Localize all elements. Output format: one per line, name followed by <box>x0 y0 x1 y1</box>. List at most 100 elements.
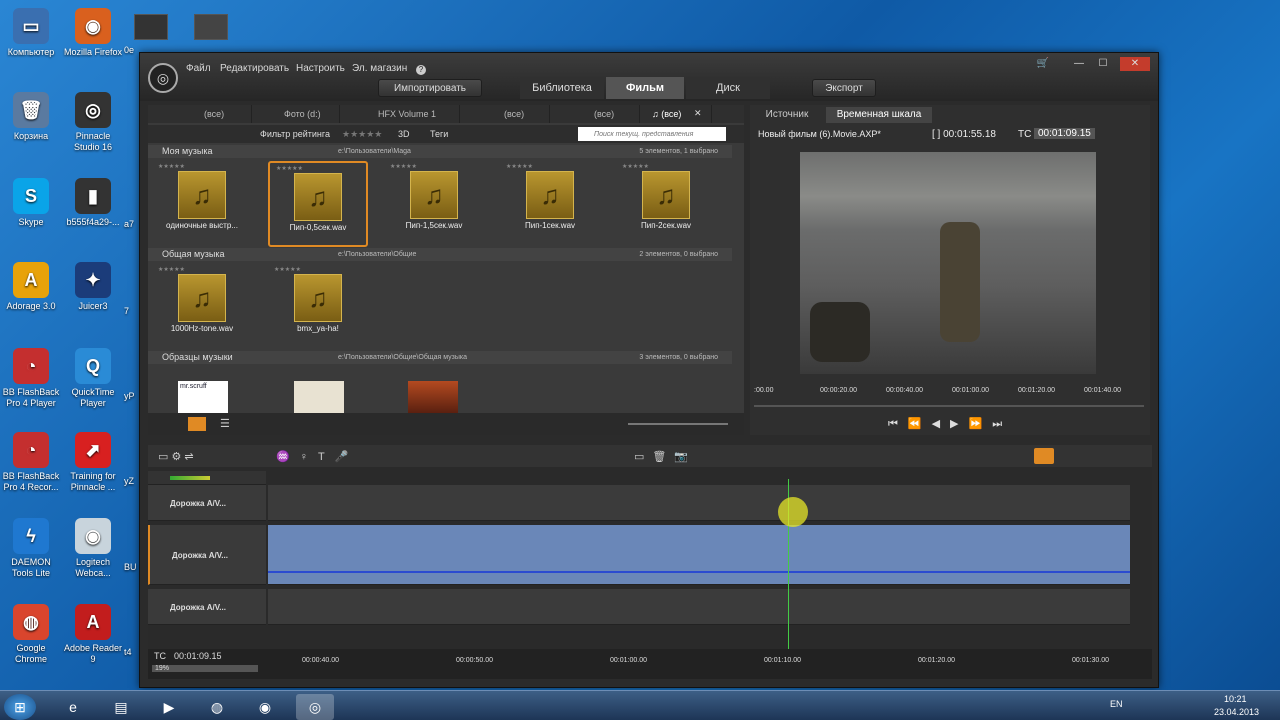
desktop-icon[interactable]: ◉ Mozilla Firefox <box>62 8 124 58</box>
item-rating[interactable]: ★★★★★ <box>506 163 533 170</box>
edit-tools-icon[interactable]: ▭🗑📷 <box>634 450 696 463</box>
transport-controls[interactable]: ⏮⏪◀▶⏩⏭ <box>888 417 1012 431</box>
group-header[interactable]: Образцы музыки e:\Пользователи\Общие\Общ… <box>148 351 732 364</box>
app-icon: 🗑 <box>13 92 49 128</box>
search-input[interactable] <box>578 127 726 141</box>
desktop-icon[interactable]: ✦ Juicer3 <box>62 262 124 312</box>
item-rating[interactable]: ★★★★★ <box>622 163 649 170</box>
grid-view-icon[interactable] <box>188 417 206 431</box>
music-item[interactable]: ★★★★★ ♫ Пип-2сек.wav <box>616 161 716 247</box>
desktop-icon[interactable]: ▮ b555f4a29-... <box>62 178 124 228</box>
track-area[interactable] <box>268 485 1130 521</box>
language-indicator[interactable]: EN <box>1110 699 1123 709</box>
item-rating[interactable]: ★★★★★ <box>390 163 417 170</box>
clock-time[interactable]: 10:21 <box>1224 694 1247 704</box>
track-area[interactable] <box>268 589 1130 625</box>
video-preview <box>800 152 1096 374</box>
desktop-thumbnail[interactable] <box>134 14 168 40</box>
import-button[interactable]: Импортировать <box>378 79 482 97</box>
music-item[interactable]: ★★★★★ ♫ Пип-0,5сек.wav <box>268 161 368 247</box>
desktop-icon[interactable]: Q QuickTime Player <box>62 348 124 409</box>
library-tab[interactable]: Фото (d:) <box>254 105 340 123</box>
explorer-icon[interactable]: ▤ <box>102 694 140 720</box>
album-thumbnail[interactable]: mr.scruff <box>178 381 228 413</box>
menu-settings[interactable]: Настроить <box>296 63 345 74</box>
tab-library[interactable]: Библиотека <box>520 77 604 99</box>
desktop-icon[interactable]: ⬈ Training for Pinnacle ... <box>62 432 124 493</box>
audio-tools-icon[interactable]: ♒♀T🎤 <box>276 450 358 463</box>
minimize-button[interactable]: — <box>1068 57 1090 71</box>
desktop-icon[interactable]: 🗑 Корзина <box>0 92 62 142</box>
list-view-icon[interactable]: ☰ <box>220 417 230 430</box>
export-button[interactable]: Экспорт <box>812 79 876 97</box>
media-player-icon[interactable]: ▶ <box>150 694 188 720</box>
scrub-bar[interactable] <box>754 405 1144 407</box>
desktop-icon[interactable]: A Adorage 3.0 <box>0 262 62 312</box>
timeline-tools-icon[interactable]: ▭ ⚙ ⇌ <box>158 450 194 463</box>
music-item[interactable]: ★★★★★ ♫ bmx_ya-ha! <box>268 264 368 350</box>
album-thumbnail[interactable] <box>294 381 344 413</box>
zoom-level[interactable]: 19% <box>152 665 258 672</box>
timeline-ruler[interactable]: TC 00:01:09.15 19% 00:00:40.00 00:00:50.0… <box>148 649 1152 679</box>
close-tab-icon[interactable]: ✕ <box>694 108 702 119</box>
desktop-icon[interactable]: ϟ DAEMON Tools Lite <box>0 518 62 579</box>
magnet-icon[interactable] <box>1034 448 1054 464</box>
audio-clip[interactable] <box>268 525 1130 585</box>
desktop-icon[interactable]: ◎ Pinnacle Studio 16 <box>62 92 124 153</box>
music-item[interactable]: ★★★★★ ♫ Пип-1,5сек.wav <box>384 161 484 247</box>
close-button[interactable]: ✕ <box>1120 57 1150 71</box>
item-rating[interactable]: ★★★★★ <box>158 266 185 273</box>
item-rating[interactable]: ★★★★★ <box>276 165 303 172</box>
library-tab[interactable]: (все) <box>554 105 640 123</box>
chrome-icon[interactable]: ◍ <box>198 694 236 720</box>
desktop-thumbnail[interactable] <box>194 14 228 40</box>
menu-edit[interactable]: Редактировать <box>220 63 289 74</box>
library-tab[interactable]: (все) <box>174 105 252 123</box>
album-thumbnail[interactable] <box>408 381 458 413</box>
help-icon[interactable]: ? <box>416 65 426 75</box>
group-header[interactable]: Общая музыка e:\Пользователи\Общие 2 эле… <box>148 248 732 261</box>
pinnacle-logo-icon[interactable]: ◎ <box>148 63 178 93</box>
tab-timeline[interactable]: Временная шкала <box>826 107 932 123</box>
desktop-icon[interactable]: ◍ Google Chrome <box>0 604 62 665</box>
desktop-icon[interactable]: ▭ Компьютер <box>0 8 62 58</box>
menu-file[interactable]: Файл <box>186 63 211 74</box>
tab-disc[interactable]: Диск <box>686 77 770 99</box>
desktop-icon[interactable]: ◔ BB FlashBack Pro 4 Player <box>0 348 62 409</box>
tab-movie[interactable]: Фильм <box>606 77 684 99</box>
zoom-slider[interactable] <box>628 423 728 425</box>
desktop-icon[interactable]: ◔ BB FlashBack Pro 4 Recor... <box>0 432 62 493</box>
tab-source[interactable]: Источник <box>752 107 822 123</box>
library-tab[interactable]: (все) <box>464 105 550 123</box>
desktop-icon[interactable]: ◉ Logitech Webca... <box>62 518 124 579</box>
music-item[interactable]: ★★★★★ ♫ 1000Hz-tone.wav <box>152 264 252 350</box>
library-tab[interactable]: HFX Volume 1 <box>344 105 460 123</box>
track-header[interactable]: Дорожка A/V... <box>148 525 266 585</box>
pinnacle-taskbar-icon[interactable]: ◎ <box>296 694 334 720</box>
tags-button[interactable]: Теги <box>430 129 448 139</box>
start-button[interactable]: ⊞ <box>4 694 36 720</box>
player-panel: Источник Временная шкала Новый фильм (6)… <box>750 105 1150 435</box>
desktop-icon-label: Adobe Reader 9 <box>63 643 123 664</box>
group-header[interactable]: Моя музыка e:\Пользователи\Maga 5 элемен… <box>148 145 732 158</box>
track-header[interactable]: Дорожка A/V... <box>148 485 266 521</box>
maximize-button[interactable]: ☐ <box>1092 57 1114 71</box>
cart-icon[interactable]: 🛒 <box>1032 57 1054 71</box>
desktop-icon[interactable]: A Adobe Reader 9 <box>62 604 124 665</box>
ie-icon[interactable]: e <box>54 694 92 720</box>
desktop-icon[interactable]: S Skype <box>0 178 62 228</box>
clock-date[interactable]: 23.04.2013 <box>1214 707 1259 717</box>
music-item[interactable]: ★★★★★ ♫ одиночные выстр... <box>152 161 252 247</box>
item-rating[interactable]: ★★★★★ <box>158 163 185 170</box>
item-rating[interactable]: ★★★★★ <box>274 266 301 273</box>
track-header[interactable]: Дорожка A/V... <box>148 589 266 625</box>
preview-ruler[interactable]: :00.00 00:00:20.00 00:00:40.00 00:01:00.00 0… <box>754 387 1146 399</box>
ruler-label: 00:01:30.00 <box>1072 657 1109 664</box>
menu-store[interactable]: Эл. магазин <box>352 63 407 74</box>
rating-stars[interactable]: ★★★★★ <box>342 129 382 140</box>
3d-button[interactable]: 3D <box>398 129 410 139</box>
music-item[interactable]: ★★★★★ ♫ Пип-1сек.wav <box>500 161 600 247</box>
firefox-icon[interactable]: ◉ <box>246 694 284 720</box>
tc-readout[interactable]: 00:01:09.15 <box>1034 128 1095 139</box>
tc-readout[interactable]: 00:01:09.15 <box>174 651 222 661</box>
